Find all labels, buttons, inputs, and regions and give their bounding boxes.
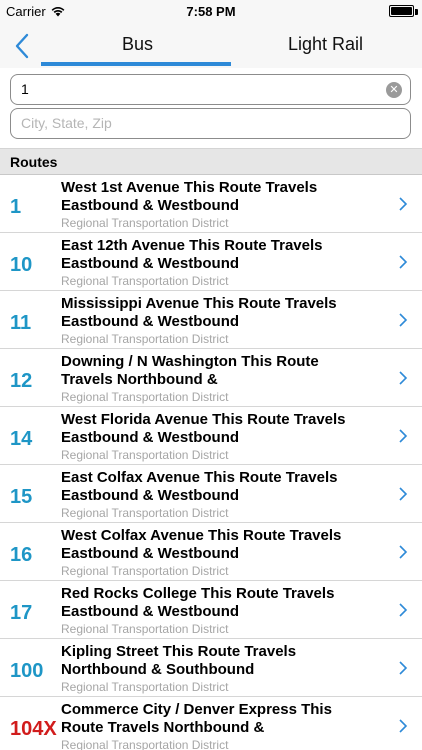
- route-number: 15: [10, 486, 33, 508]
- route-number: 17: [10, 602, 33, 624]
- route-row[interactable]: 15 East Colfax Avenue This Route Travels…: [0, 465, 422, 523]
- tab-light-rail[interactable]: Light Rail: [288, 34, 363, 55]
- route-agency: Regional Transportation District: [61, 332, 229, 346]
- route-number: 11: [10, 312, 32, 334]
- selected-tab-indicator: [41, 62, 231, 66]
- route-row[interactable]: 11 Mississippi Avenue This Route Travels…: [0, 291, 422, 349]
- route-agency: Regional Transportation District: [61, 506, 229, 520]
- route-agency: Regional Transportation District: [61, 738, 229, 750]
- route-agency: Regional Transportation District: [61, 216, 229, 230]
- route-search-input[interactable]: 1 ✕: [10, 74, 411, 105]
- status-time: 7:58 PM: [186, 4, 236, 19]
- route-number: 10: [10, 254, 33, 276]
- chevron-right-icon: [399, 197, 408, 211]
- chevron-right-icon: [399, 545, 408, 559]
- battery-tip: [415, 9, 418, 15]
- tab-bus[interactable]: Bus: [122, 34, 153, 55]
- route-title: East 12th Avenue This Route Travels East…: [61, 237, 323, 272]
- route-title: West Colfax Avenue This Route Travels Ea…: [61, 527, 342, 562]
- routes-list: 1 West 1st Avenue This Route Travels Eas…: [0, 175, 422, 750]
- route-agency: Regional Transportation District: [61, 622, 229, 636]
- route-number: 104X: [10, 718, 57, 740]
- route-title: East Colfax Avenue This Route Travels Ea…: [61, 469, 338, 504]
- clear-icon[interactable]: ✕: [386, 82, 402, 98]
- route-title: West Florida Avenue This Route Travels E…: [61, 411, 346, 446]
- city-state-zip-input[interactable]: City, State, Zip: [10, 108, 411, 139]
- route-row[interactable]: 10 East 12th Avenue This Route Travels E…: [0, 233, 422, 291]
- chevron-right-icon: [399, 603, 408, 617]
- route-row[interactable]: 1 West 1st Avenue This Route Travels Eas…: [0, 175, 422, 233]
- route-row[interactable]: 104X Commerce City / Denver Express This…: [0, 697, 422, 750]
- route-number: 12: [10, 370, 33, 392]
- route-title: Commerce City / Denver Express This Rout…: [61, 701, 332, 736]
- route-number: 1: [10, 196, 22, 218]
- route-number: 14: [10, 428, 33, 450]
- route-row[interactable]: 100 Kipling Street This Route Travels No…: [0, 639, 422, 697]
- route-row[interactable]: 17 Red Rocks College This Route Travels …: [0, 581, 422, 639]
- route-number: 16: [10, 544, 33, 566]
- route-agency: Regional Transportation District: [61, 390, 229, 404]
- route-title: Downing / N Washington This Route Travel…: [61, 353, 319, 388]
- route-number: 100: [10, 660, 44, 682]
- route-search-value: 1: [21, 81, 29, 97]
- route-title: Mississippi Avenue This Route Travels Ea…: [61, 295, 337, 330]
- route-agency: Regional Transportation District: [61, 274, 229, 288]
- chevron-right-icon: [399, 371, 408, 385]
- search-area: 1 ✕ City, State, Zip: [0, 68, 422, 146]
- chevron-right-icon: [399, 429, 408, 443]
- route-agency: Regional Transportation District: [61, 680, 229, 694]
- route-title: West 1st Avenue This Route Travels Eastb…: [61, 179, 318, 214]
- battery-icon: [389, 5, 414, 17]
- route-row[interactable]: 16 West Colfax Avenue This Route Travels…: [0, 523, 422, 581]
- chevron-right-icon: [399, 255, 408, 269]
- nav-bar: Bus Light Rail: [0, 22, 422, 68]
- route-title: Kipling Street This Route Travels Northb…: [61, 643, 297, 678]
- chevron-right-icon: [399, 313, 408, 327]
- route-agency: Regional Transportation District: [61, 448, 229, 462]
- route-row[interactable]: 14 West Florida Avenue This Route Travel…: [0, 407, 422, 465]
- chevron-right-icon: [399, 719, 408, 733]
- routes-section-header: Routes: [0, 148, 422, 175]
- status-bar: Carrier 7:58 PM: [0, 0, 422, 22]
- chevron-right-icon: [399, 487, 408, 501]
- route-row[interactable]: 12 Downing / N Washington This Route Tra…: [0, 349, 422, 407]
- route-agency: Regional Transportation District: [61, 564, 229, 578]
- chevron-right-icon: [399, 661, 408, 675]
- route-title: Red Rocks College This Route Travels Eas…: [61, 585, 335, 620]
- city-placeholder: City, State, Zip: [21, 115, 112, 131]
- back-chevron-icon[interactable]: [12, 32, 34, 60]
